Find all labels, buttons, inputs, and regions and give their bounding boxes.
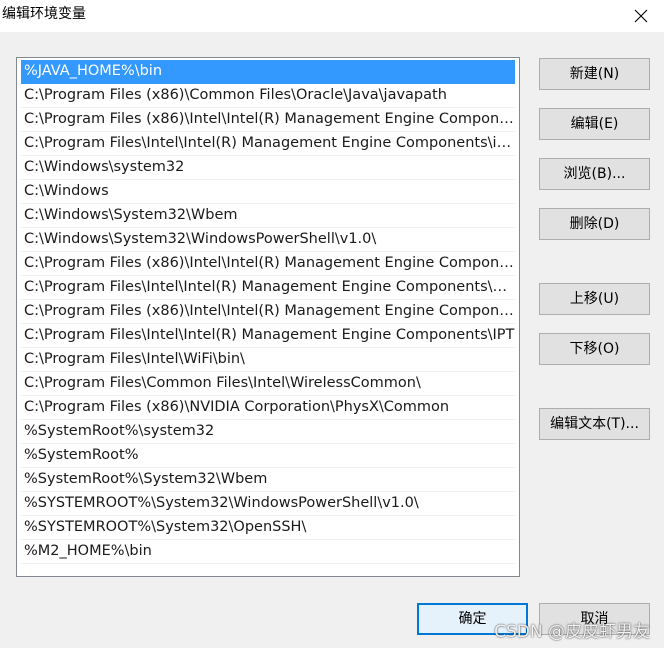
path-list-item[interactable]: C:\Program Files\Intel\Intel(R) Manageme… bbox=[21, 132, 515, 156]
path-list-item[interactable]: C:\Program Files (x86)\Intel\Intel(R) Ma… bbox=[21, 300, 515, 324]
ok-button[interactable]: 确定 bbox=[417, 603, 528, 635]
move-up-button[interactable]: 上移(U) bbox=[539, 283, 650, 315]
delete-button[interactable]: 删除(D) bbox=[539, 208, 650, 240]
path-list-item[interactable]: %SystemRoot%\system32 bbox=[21, 420, 515, 444]
path-list-item[interactable]: C:\Program Files\Common Files\Intel\Wire… bbox=[21, 372, 515, 396]
path-list-item[interactable]: C:\Windows bbox=[21, 180, 515, 204]
path-list-item[interactable]: C:\Program Files (x86)\Common Files\Orac… bbox=[21, 84, 515, 108]
path-list-item[interactable]: C:\Program Files (x86)\Intel\Intel(R) Ma… bbox=[21, 108, 515, 132]
new-button[interactable]: 新建(N) bbox=[539, 58, 650, 90]
path-list-item[interactable]: %JAVA_HOME%\bin bbox=[21, 60, 515, 84]
move-down-button[interactable]: 下移(O) bbox=[539, 333, 650, 365]
path-list-item[interactable]: %M2_HOME%\bin bbox=[21, 540, 515, 564]
path-list-item[interactable]: C:\Program Files\Intel\WiFi\bin\ bbox=[21, 348, 515, 372]
path-list-item[interactable]: C:\Program Files\Intel\Intel(R) Manageme… bbox=[21, 324, 515, 348]
path-list-item[interactable]: %SystemRoot%\System32\Wbem bbox=[21, 468, 515, 492]
path-list-item[interactable]: C:\Program Files\Intel\Intel(R) Manageme… bbox=[21, 276, 515, 300]
path-list-item[interactable]: C:\Windows\System32\Wbem bbox=[21, 204, 515, 228]
path-list[interactable]: %JAVA_HOME%\bin C:\Program Files (x86)\C… bbox=[16, 57, 520, 577]
title-bar: 编辑环境变量 bbox=[0, 0, 664, 32]
path-list-item[interactable]: C:\Windows\system32 bbox=[21, 156, 515, 180]
close-button[interactable] bbox=[618, 0, 664, 32]
close-icon bbox=[634, 9, 648, 23]
path-list-item[interactable]: %SystemRoot% bbox=[21, 444, 515, 468]
browse-button[interactable]: 浏览(B)... bbox=[539, 158, 650, 190]
path-list-item[interactable]: C:\Windows\System32\WindowsPowerShell\v1… bbox=[21, 228, 515, 252]
path-list-item[interactable]: C:\Program Files (x86)\NVIDIA Corporatio… bbox=[21, 396, 515, 420]
window-title: 编辑环境变量 bbox=[2, 6, 86, 22]
path-list-item[interactable]: %SYSTEMROOT%\System32\OpenSSH\ bbox=[21, 516, 515, 540]
path-list-item[interactable]: C:\Program Files (x86)\Intel\Intel(R) Ma… bbox=[21, 252, 515, 276]
edit-button[interactable]: 编辑(E) bbox=[539, 108, 650, 140]
cancel-button[interactable]: 取消 bbox=[539, 603, 650, 635]
path-list-item[interactable]: %SYSTEMROOT%\System32\WindowsPowerShell\… bbox=[21, 492, 515, 516]
edit-text-button[interactable]: 编辑文本(T)... bbox=[539, 408, 650, 440]
